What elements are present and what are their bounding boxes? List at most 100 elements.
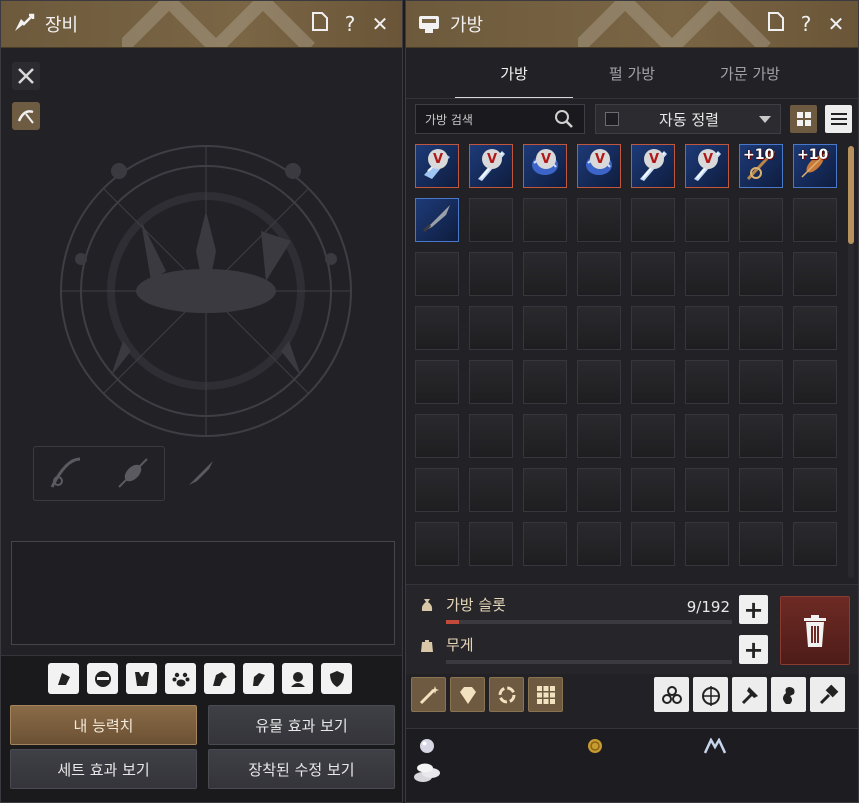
paw-icon[interactable] [165, 663, 196, 694]
bag-titlebar[interactable]: 가방 ? ✕ [406, 1, 858, 48]
bag-slot-empty[interactable] [577, 522, 621, 566]
bag-slot-empty[interactable] [793, 468, 837, 512]
list-view-icon[interactable] [825, 105, 852, 133]
trash-icon[interactable] [780, 596, 850, 665]
bag-slot-empty[interactable] [793, 414, 837, 458]
bag-slot-empty[interactable] [415, 360, 459, 404]
bag-slot-empty[interactable] [577, 252, 621, 296]
grid-view-icon[interactable] [790, 105, 817, 133]
bag-slot-empty[interactable] [631, 306, 675, 350]
cycle-icon[interactable] [489, 677, 524, 712]
document-icon[interactable] [766, 12, 786, 36]
bag-slot-empty[interactable] [523, 468, 567, 512]
bag-slot-empty[interactable] [685, 306, 729, 350]
bag-slot-empty[interactable] [415, 468, 459, 512]
bag-slot-empty[interactable] [685, 468, 729, 512]
pickaxe-icon[interactable] [12, 102, 40, 130]
tab-pearl-bag[interactable]: 펄 가방 [573, 53, 691, 99]
bag-slot-empty[interactable] [793, 522, 837, 566]
bag-slot-item[interactable] [415, 198, 459, 242]
bag-slot-empty[interactable] [469, 522, 513, 566]
bag-slot-empty[interactable] [577, 468, 621, 512]
bag-slot-empty[interactable] [739, 252, 783, 296]
bag-slot-empty[interactable] [739, 468, 783, 512]
bag-slot-empty[interactable] [577, 414, 621, 458]
bag-slot-empty[interactable] [415, 252, 459, 296]
magic-wand-icon[interactable] [411, 677, 446, 712]
crossed-swords-icon[interactable] [12, 62, 40, 90]
tab-family-bag[interactable]: 가문 가방 [691, 53, 809, 99]
close-icon[interactable]: ✕ [370, 12, 390, 36]
bag-slot-item[interactable]: V [469, 144, 513, 188]
help-icon[interactable]: ? [796, 12, 816, 36]
bag-scrollbar-thumb[interactable] [848, 146, 854, 244]
diamond-icon[interactable] [450, 677, 485, 712]
bag-slot-empty[interactable] [739, 414, 783, 458]
bag-slot-empty[interactable] [631, 468, 675, 512]
bag-slot-empty[interactable] [631, 252, 675, 296]
bag-slot-empty[interactable] [415, 414, 459, 458]
armor-icon[interactable] [126, 663, 157, 694]
ornament-icon[interactable] [693, 677, 728, 712]
bag-slot-empty[interactable] [631, 522, 675, 566]
grid-inventory-icon[interactable] [528, 677, 563, 712]
document-icon[interactable] [310, 12, 330, 36]
bag-slot-empty[interactable] [523, 522, 567, 566]
hammer-icon[interactable] [732, 677, 767, 712]
bag-slot-item[interactable]: V [415, 144, 459, 188]
bag-slot-empty[interactable] [739, 522, 783, 566]
triple-spiral-icon[interactable] [654, 677, 689, 712]
bag-slot-empty[interactable] [469, 252, 513, 296]
bag-slot-empty[interactable] [415, 522, 459, 566]
bag-slot-empty[interactable] [631, 198, 675, 242]
bag-slot-empty[interactable] [577, 306, 621, 350]
close-icon[interactable]: ✕ [826, 12, 846, 36]
dog-icon[interactable] [243, 663, 274, 694]
auto-sort-dropdown[interactable]: 자동 정렬 [595, 104, 781, 134]
expand-slots-button[interactable]: + [739, 595, 768, 624]
bag-slot-item[interactable]: V [685, 144, 729, 188]
bag-slot-item[interactable]: V [577, 144, 621, 188]
bag-slot-item[interactable]: +10 [739, 144, 783, 188]
bag-slot-empty[interactable] [793, 252, 837, 296]
bag-slot-empty[interactable] [523, 198, 567, 242]
shield-icon[interactable] [321, 663, 352, 694]
bag-slot-empty[interactable] [577, 198, 621, 242]
pet-icon-1[interactable] [48, 663, 79, 694]
bag-slot-empty[interactable] [469, 360, 513, 404]
bag-slot-empty[interactable] [631, 414, 675, 458]
fishing-rod-icon[interactable] [46, 453, 86, 493]
help-icon[interactable]: ? [340, 12, 360, 36]
auto-sort-checkbox[interactable] [605, 112, 619, 126]
float-icon[interactable] [113, 453, 153, 493]
bag-slot-empty[interactable] [523, 360, 567, 404]
expand-weight-button[interactable]: + [739, 635, 768, 664]
chevron-down-icon[interactable] [759, 115, 771, 123]
bag-slot-empty[interactable] [793, 360, 837, 404]
tab-bag[interactable]: 가방 [455, 53, 573, 99]
face-icon[interactable] [282, 663, 313, 694]
set-effects-button[interactable]: 세트 효과 보기 [10, 749, 197, 789]
bag-slot-empty[interactable] [523, 252, 567, 296]
my-stats-button[interactable]: 내 능력치 [10, 705, 197, 745]
bag-search-input[interactable]: 가방 검색 [415, 104, 585, 134]
bag-slot-empty[interactable] [631, 360, 675, 404]
artifact-effects-button[interactable]: 유물 효과 보기 [208, 705, 395, 745]
bag-slot-empty[interactable] [739, 198, 783, 242]
bag-slot-empty[interactable] [523, 414, 567, 458]
search-icon[interactable] [554, 109, 574, 132]
bag-slot-item[interactable]: V [631, 144, 675, 188]
horse-icon[interactable] [204, 663, 235, 694]
bag-slot-empty[interactable] [685, 414, 729, 458]
knife-icon[interactable] [181, 453, 221, 493]
equipped-edits-button[interactable]: 장착된 수정 보기 [208, 749, 395, 789]
bag-slot-item[interactable]: V [523, 144, 567, 188]
bag-slot-empty[interactable] [739, 306, 783, 350]
bag-slot-empty[interactable] [523, 306, 567, 350]
seahorse-icon[interactable] [771, 677, 806, 712]
bag-slot-empty[interactable] [685, 360, 729, 404]
bag-slot-empty[interactable] [469, 414, 513, 458]
bag-slot-empty[interactable] [469, 468, 513, 512]
mallet-icon[interactable] [810, 677, 845, 712]
bag-slot-empty[interactable] [415, 306, 459, 350]
